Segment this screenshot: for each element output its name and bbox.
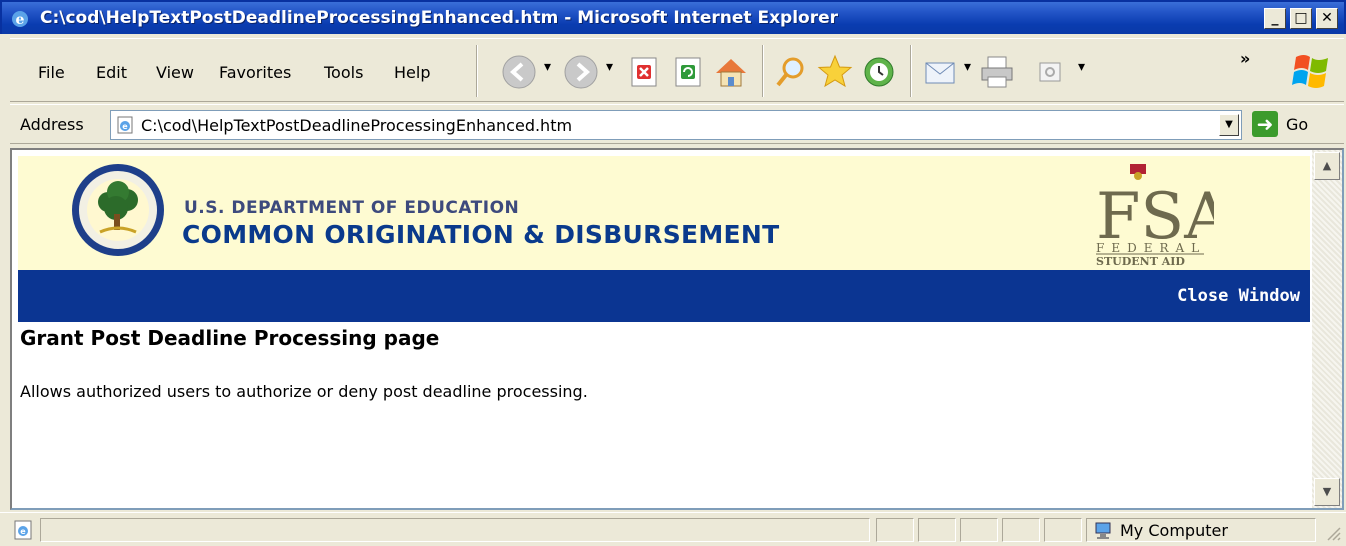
title-bar[interactable]: e C:\cod\HelpTextPostDeadlineProcessingE…	[0, 0, 1346, 34]
svg-text:e: e	[16, 12, 25, 28]
go-button[interactable]: ➜ Go	[1252, 111, 1332, 139]
page-title: Grant Post Deadline Processing page	[20, 326, 440, 350]
menu-file[interactable]: File	[38, 63, 65, 82]
department-name: U.S. DEPARTMENT OF EDUCATION	[184, 198, 520, 218]
menu-toolbar: File Edit View Favorites Tools Help ▾ ▾ …	[10, 38, 1344, 102]
minimize-button[interactable]: _	[1264, 8, 1286, 29]
toolbar-separator	[910, 45, 912, 97]
edit-dropdown-icon[interactable]: ▾	[1078, 59, 1085, 75]
window-title: C:\cod\HelpTextPostDeadlineProcessingEnh…	[40, 8, 839, 28]
resize-grip-icon[interactable]	[1324, 524, 1342, 542]
cod-header-banner: U.S. DEPARTMENT OF EDUCATION COMMON ORIG…	[18, 156, 1310, 270]
status-pane	[1044, 518, 1082, 542]
refresh-icon[interactable]	[670, 53, 708, 91]
mail-icon[interactable]	[922, 53, 960, 91]
scroll-down-icon[interactable]: ▼	[1314, 478, 1340, 506]
address-bar: Address e C:\cod\HelpTextPostDeadlinePro…	[10, 104, 1344, 144]
status-pane	[1002, 518, 1040, 542]
scroll-up-icon[interactable]: ▲	[1314, 152, 1340, 180]
menu-tools[interactable]: Tools	[324, 63, 363, 82]
toolbar-separator	[762, 45, 764, 97]
svg-text:e: e	[20, 527, 26, 536]
page-status-icon: e	[14, 520, 32, 540]
fsa-logo: FSA FEDERAL STUDENT AID	[1096, 164, 1214, 268]
forward-icon[interactable]	[562, 53, 600, 91]
go-label[interactable]: Go	[1286, 115, 1308, 134]
vertical-scrollbar[interactable]: ▲ ▼	[1312, 150, 1342, 508]
status-bar: e My Computer	[0, 512, 1346, 546]
nav-bar: Close Window	[18, 270, 1310, 322]
page-icon: e	[117, 116, 133, 134]
page-description: Allows authorized users to authorize or …	[20, 382, 588, 401]
department-of-education-seal	[72, 164, 164, 256]
address-input[interactable]: e C:\cod\HelpTextPostDeadlineProcessingE…	[110, 110, 1242, 140]
back-icon[interactable]	[500, 53, 538, 91]
system-name: COMMON ORIGINATION & DISBURSEMENT	[182, 220, 780, 249]
svg-text:e: e	[122, 122, 128, 131]
toolbar-separator	[476, 45, 478, 97]
status-pane	[918, 518, 956, 542]
svg-text:FEDERAL: FEDERAL	[1096, 241, 1206, 255]
status-pane	[876, 518, 914, 542]
history-icon[interactable]	[860, 53, 898, 91]
close-window-link[interactable]: Close Window	[1177, 286, 1300, 306]
status-pane	[960, 518, 998, 542]
maximize-button[interactable]: □	[1290, 8, 1312, 29]
favorites-icon[interactable]	[816, 53, 854, 91]
go-arrow-icon[interactable]: ➜	[1252, 111, 1278, 137]
toolbar-overflow[interactable]: »	[1240, 49, 1250, 68]
menu-favorites[interactable]: Favorites	[219, 63, 291, 82]
edit-icon[interactable]	[1032, 53, 1070, 91]
back-dropdown-icon[interactable]: ▾	[544, 59, 551, 75]
forward-dropdown-icon[interactable]: ▾	[606, 59, 613, 75]
address-url[interactable]: C:\cod\HelpTextPostDeadlineProcessingEnh…	[141, 116, 572, 135]
address-dropdown-icon[interactable]: ▼	[1219, 114, 1239, 136]
print-icon[interactable]	[978, 53, 1016, 91]
menu-view[interactable]: View	[156, 63, 194, 82]
mail-dropdown-icon[interactable]: ▾	[964, 59, 971, 75]
search-icon[interactable]	[772, 53, 810, 91]
status-text-pane	[40, 518, 870, 542]
close-button[interactable]: ✕	[1316, 8, 1338, 29]
home-icon[interactable]	[712, 53, 750, 91]
page-viewport[interactable]: U.S. DEPARTMENT OF EDUCATION COMMON ORIG…	[10, 148, 1344, 510]
my-computer-icon	[1095, 522, 1111, 539]
stop-icon[interactable]	[626, 53, 664, 91]
ie-icon: e	[12, 11, 28, 28]
svg-text:STUDENT AID: STUDENT AID	[1096, 255, 1185, 268]
menu-help[interactable]: Help	[394, 63, 430, 82]
windows-logo-icon	[1292, 55, 1328, 88]
menu-edit[interactable]: Edit	[96, 63, 127, 82]
security-zone-label: My Computer	[1120, 521, 1228, 540]
address-label: Address	[20, 115, 84, 134]
